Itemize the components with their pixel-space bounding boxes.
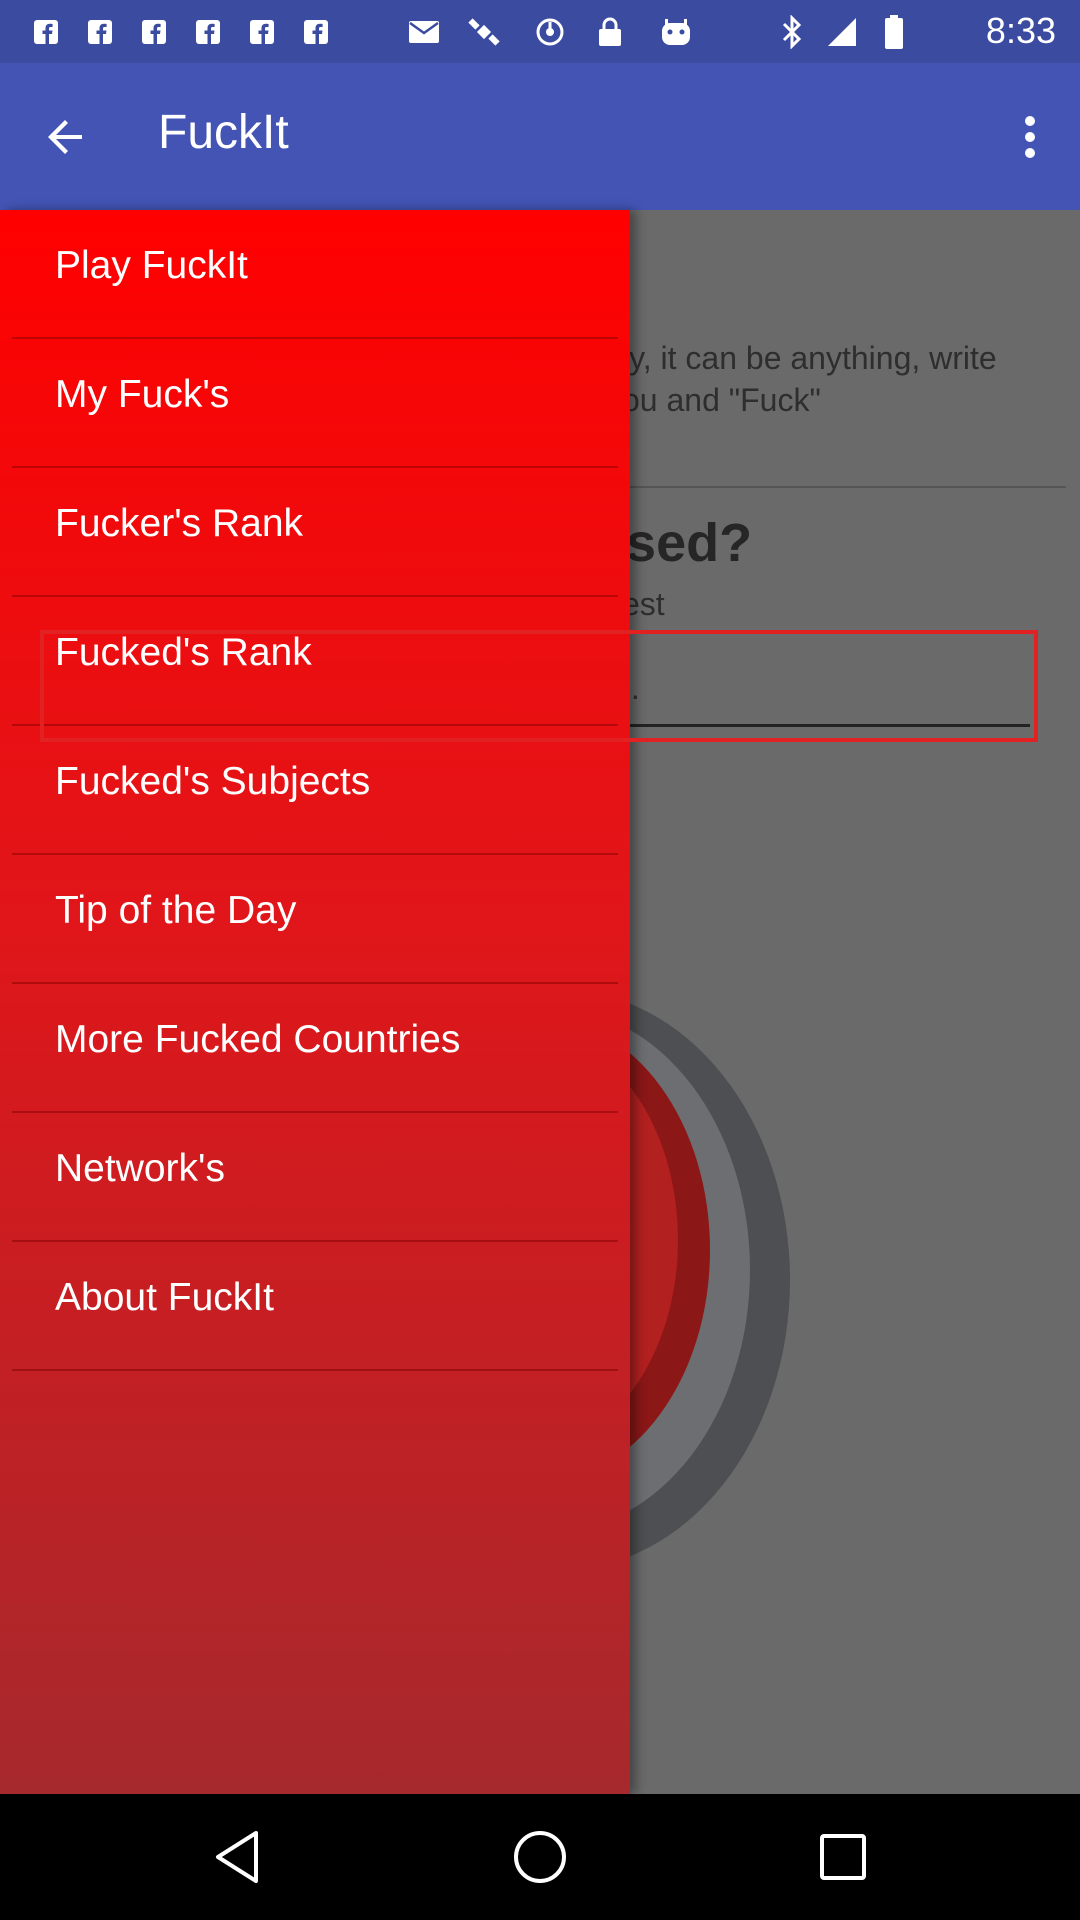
facebook-icon: [296, 12, 336, 52]
focus-highlight: [40, 630, 1038, 742]
battery-icon: [874, 12, 914, 52]
app-title: FuckIt: [158, 106, 289, 159]
drawer-item-label: Fucked's Subjects: [55, 760, 371, 803]
drawer-item-fuckeds-subjects[interactable]: Fucked's Subjects: [0, 726, 630, 855]
facebook-icon: [242, 12, 282, 52]
section-description-line1: ly, it can be anything, write: [622, 340, 997, 376]
facebook-icon: [188, 12, 228, 52]
drawer-item-about-fuckit[interactable]: About FuckIt: [0, 1242, 630, 1371]
system-nav-bar: [0, 1794, 1080, 1920]
status-bar: 8:33: [0, 0, 1080, 63]
section-description-line2: ou and "Fuck": [622, 382, 821, 418]
facebook-icon: [134, 12, 174, 52]
signal-icon: [822, 12, 862, 52]
status-time: 8:33: [985, 10, 1056, 51]
bluetooth-icon: [772, 12, 812, 52]
arrow-back-icon[interactable]: [34, 105, 98, 169]
navigation-drawer: Play FuckIt My Fuck's Fucker's Rank Fuck…: [0, 210, 630, 1794]
mail-icon: [404, 12, 444, 52]
nav-home-icon[interactable]: [507, 1824, 573, 1890]
drawer-item-label: Network's: [55, 1147, 225, 1190]
facebook-icon: [80, 12, 120, 52]
drawer-item-more-fucked-countries[interactable]: More Fucked Countries: [0, 984, 630, 1113]
facebook-icon: [26, 12, 66, 52]
drawer-item-fuckers-rank[interactable]: Fucker's Rank: [0, 468, 630, 597]
app-bar: FuckIt: [0, 63, 1080, 210]
drawer-item-label: About FuckIt: [55, 1276, 274, 1319]
drawer-item-label: Play FuckIt: [55, 244, 248, 287]
nav-recents-icon[interactable]: [810, 1824, 876, 1890]
nav-back-icon[interactable]: [204, 1824, 270, 1890]
drawer-item-networks[interactable]: Network's: [0, 1113, 630, 1242]
divider: [12, 1369, 618, 1371]
sync-icon: [530, 12, 570, 52]
drawer-item-my-fucks[interactable]: My Fuck's: [0, 339, 630, 468]
drawer-item-label: Tip of the Day: [55, 889, 297, 932]
drawer-item-play-fuckit[interactable]: Play FuckIt: [0, 210, 630, 339]
lock-icon: [590, 12, 630, 52]
more-vert-icon[interactable]: [998, 105, 1062, 169]
drawer-item-label: Fucker's Rank: [55, 502, 304, 545]
android-icon: [656, 12, 696, 52]
screen: 8:33 FuckIt e ly, it can be anything, wr…: [0, 0, 1080, 1920]
drawer-item-label: More Fucked Countries: [55, 1018, 461, 1061]
satellite-icon: [464, 12, 504, 52]
drawer-item-tip-of-the-day[interactable]: Tip of the Day: [0, 855, 630, 984]
drawer-item-label: My Fuck's: [55, 373, 230, 416]
